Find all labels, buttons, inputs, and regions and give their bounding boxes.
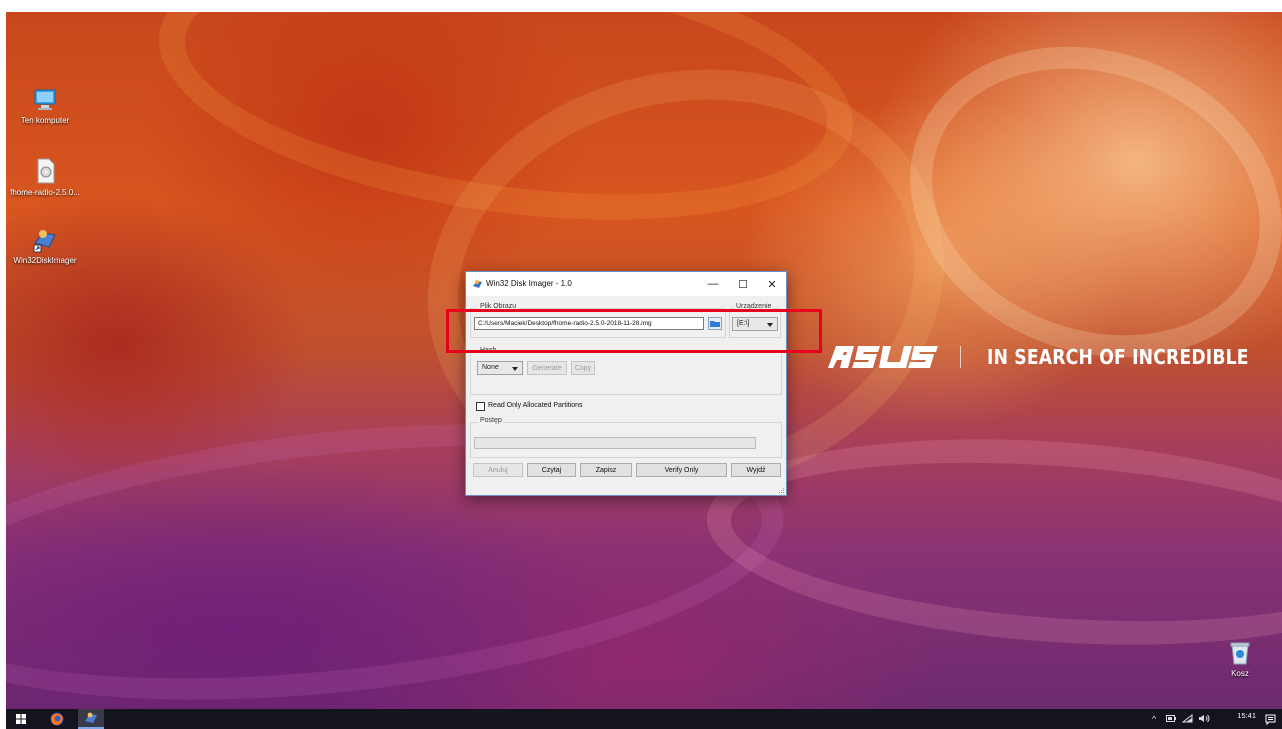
folder-icon[interactable] — [708, 317, 722, 330]
desktop-icon-fhome-radio-image[interactable]: fhome-radio-2.5.0... — [9, 157, 81, 197]
read-only-allocated-checkbox[interactable] — [476, 402, 485, 411]
windows-start-icon — [16, 714, 26, 724]
image-file-path-input[interactable]: C:/Users/Maciek/Desktop/fhome-radio-2.5.… — [474, 317, 704, 330]
recycle-bin-label: Kosz — [1231, 669, 1249, 678]
device-select-value: [E:\] — [737, 320, 750, 327]
taskbar-win32diskimager[interactable] — [78, 709, 104, 729]
generate-hash-button[interactable]: Generate — [527, 361, 567, 375]
win32-disk-imager-window: Win32 Disk Imager - 1.0 — ☐ ✕ Plik Obraz… — [465, 271, 787, 496]
firefox-icon — [50, 712, 64, 726]
win32diskimager-shortcut-icon — [33, 230, 56, 253]
image-file-label: Plik Obrazu — [478, 303, 519, 310]
window-title: Win32 Disk Imager - 1.0 — [486, 279, 572, 288]
device-select[interactable]: [E:\] — [732, 317, 778, 331]
taskbar: ^ 15:41 — [6, 709, 1282, 729]
progress-label: Postęp — [478, 417, 504, 424]
close-icon: ✕ — [767, 278, 777, 291]
desktop-icon-win32diskimager[interactable]: Win32DiskImager — [9, 225, 81, 265]
copy-hash-button[interactable]: Copy — [571, 361, 595, 375]
recycle-bin-icon — [1230, 642, 1250, 665]
chevron-down-icon — [512, 367, 518, 371]
desktop-icon-recycle-bin[interactable]: Kosz — [1218, 640, 1262, 678]
computer-icon — [34, 89, 56, 110]
hash-select-value: None — [482, 364, 499, 371]
win32diskimager-app-icon — [473, 280, 482, 288]
desktop-icon-label: Win32DiskImager — [13, 256, 77, 265]
maximize-icon: ☐ — [738, 278, 748, 291]
desktop-icon-this-pc[interactable]: Ten komputer — [9, 87, 81, 125]
minimize-icon: — — [707, 278, 719, 290]
start-button[interactable] — [10, 709, 32, 729]
exit-button[interactable]: Wyjdź — [731, 463, 781, 477]
clock-time[interactable]: 15:41 — [1237, 711, 1256, 720]
battery-icon[interactable] — [1166, 715, 1176, 722]
hash-type-select[interactable]: None — [477, 361, 523, 375]
read-button[interactable]: Czytaj — [527, 463, 576, 477]
device-label: Urządzenie — [734, 303, 774, 310]
hash-label: Hash — [478, 347, 499, 354]
disk-image-file-icon — [37, 158, 55, 184]
brand-tagline: IN SEARCH OF INCREDIBLE — [987, 345, 1249, 369]
window-titlebar[interactable]: Win32 Disk Imager - 1.0 — ☐ ✕ — [466, 272, 786, 296]
cancel-button[interactable]: Anuluj — [473, 463, 523, 477]
write-button[interactable]: Zapisz — [580, 463, 632, 477]
volume-icon[interactable] — [1198, 714, 1210, 723]
maximize-button[interactable]: ☐ — [728, 274, 758, 294]
win32diskimager-taskbar-icon — [85, 712, 97, 723]
system-tray: ^ 15:41 — [1142, 709, 1282, 729]
close-button[interactable]: ✕ — [757, 274, 787, 294]
minimize-button[interactable]: — — [698, 274, 728, 294]
desktop-icon-label: Ten komputer — [20, 116, 70, 125]
chevron-down-icon — [767, 323, 773, 327]
wifi-icon[interactable] — [1182, 714, 1193, 723]
desktop-icon-label: fhome-radio-2.5.0... — [10, 188, 80, 197]
brand-divider — [960, 346, 961, 368]
progress-bar — [474, 437, 756, 449]
asus-branding: IN SEARCH OF INCREDIBLE — [828, 344, 1282, 370]
verify-only-button[interactable]: Verify Only — [636, 463, 727, 477]
taskbar-firefox[interactable] — [46, 709, 68, 729]
resize-grip-icon[interactable] — [777, 486, 785, 494]
chevron-up-icon[interactable]: ^ — [1152, 713, 1156, 725]
read-only-allocated-label: Read Only Allocated Partitions — [488, 402, 583, 409]
asus-logo — [828, 346, 938, 368]
notifications-icon[interactable] — [1265, 714, 1276, 725]
